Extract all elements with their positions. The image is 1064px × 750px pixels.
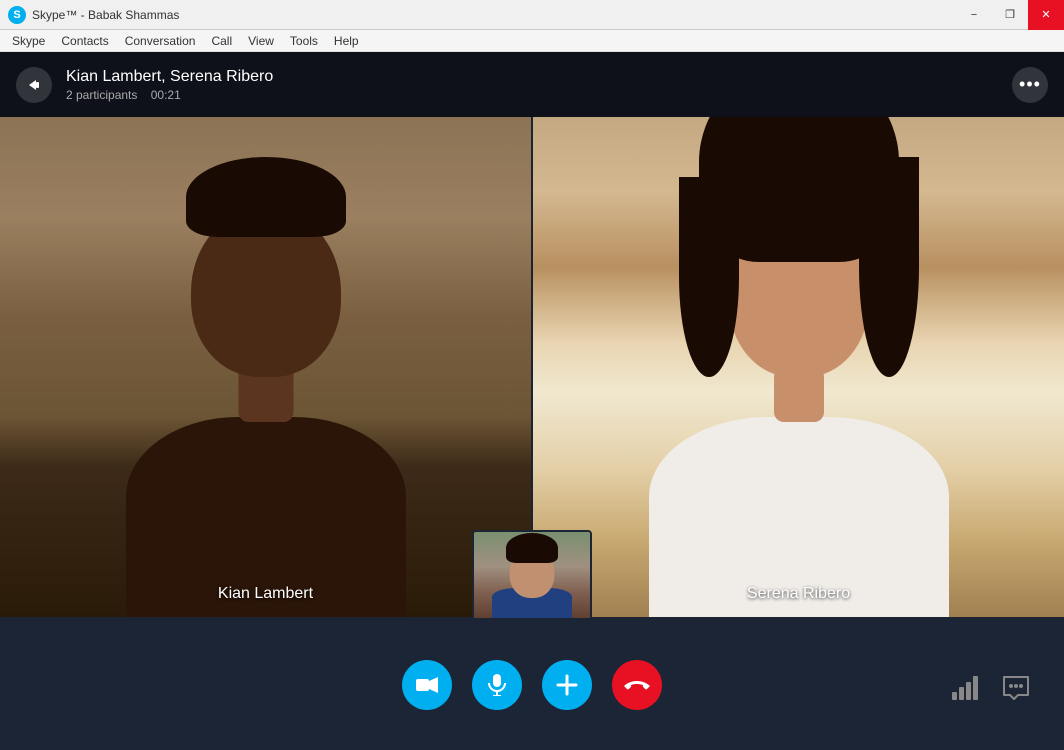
microphone-toggle-button[interactable] [472, 660, 522, 710]
self-video-feed [474, 532, 590, 618]
signal-strength-icon[interactable] [948, 670, 984, 706]
video-camera-icon [416, 676, 438, 694]
end-call-button[interactable] [612, 660, 662, 710]
back-icon [25, 76, 43, 94]
end-call-icon [624, 678, 650, 692]
menu-bar: Skype Contacts Conversation Call View To… [0, 30, 1064, 52]
menu-view[interactable]: View [240, 32, 282, 50]
kian-name-label: Kian Lambert [218, 585, 313, 603]
video-cell-kian: Kian Lambert [0, 117, 531, 617]
menu-call[interactable]: Call [203, 32, 240, 50]
close-button[interactable]: ✕ [1028, 0, 1064, 30]
call-participants-label: Kian Lambert, Serena Ribero [66, 68, 273, 86]
call-header-left: Kian Lambert, Serena Ribero 2 participan… [16, 67, 273, 103]
restore-button[interactable]: ❐ [992, 0, 1028, 30]
menu-help[interactable]: Help [326, 32, 367, 50]
add-participant-button[interactable] [542, 660, 592, 710]
participants-count: 2 participants [66, 88, 137, 102]
window-title: Skype™ - Babak Shammas [32, 8, 179, 22]
add-icon [556, 674, 578, 696]
menu-tools[interactable]: Tools [282, 32, 326, 50]
bottom-right-icons [948, 670, 1034, 706]
menu-contacts[interactable]: Contacts [53, 32, 116, 50]
serena-name-label: Serena Ribero [747, 585, 850, 603]
chat-button[interactable] [998, 670, 1034, 706]
skype-logo-icon: S [8, 6, 26, 24]
menu-conversation[interactable]: Conversation [117, 32, 204, 50]
signal-bars-icon [952, 676, 980, 700]
call-info: Kian Lambert, Serena Ribero 2 participan… [66, 68, 273, 102]
title-bar: S Skype™ - Babak Shammas − ❐ ✕ [0, 0, 1064, 30]
call-header: Kian Lambert, Serena Ribero 2 participan… [0, 52, 1064, 117]
call-controls-bar [0, 620, 1064, 750]
menu-skype[interactable]: Skype [4, 32, 53, 50]
call-meta: 2 participants 00:21 [66, 88, 273, 102]
video-cell-serena: Serena Ribero [531, 117, 1064, 617]
video-toggle-button[interactable] [402, 660, 452, 710]
more-options-button[interactable]: ••• [1012, 67, 1048, 103]
minimize-button[interactable]: − [956, 0, 992, 30]
self-view-thumbnail [472, 530, 592, 620]
title-bar-left: S Skype™ - Babak Shammas [0, 6, 179, 24]
window-controls: − ❐ ✕ [956, 0, 1064, 30]
chat-bubble-icon [1002, 675, 1030, 701]
kian-video-feed [0, 117, 531, 617]
call-area: Kian Lambert, Serena Ribero 2 participan… [0, 52, 1064, 750]
back-button[interactable] [16, 67, 52, 103]
call-controls [402, 660, 662, 710]
serena-video-feed [533, 117, 1064, 617]
microphone-icon [488, 674, 506, 696]
call-duration: 00:21 [151, 88, 181, 102]
